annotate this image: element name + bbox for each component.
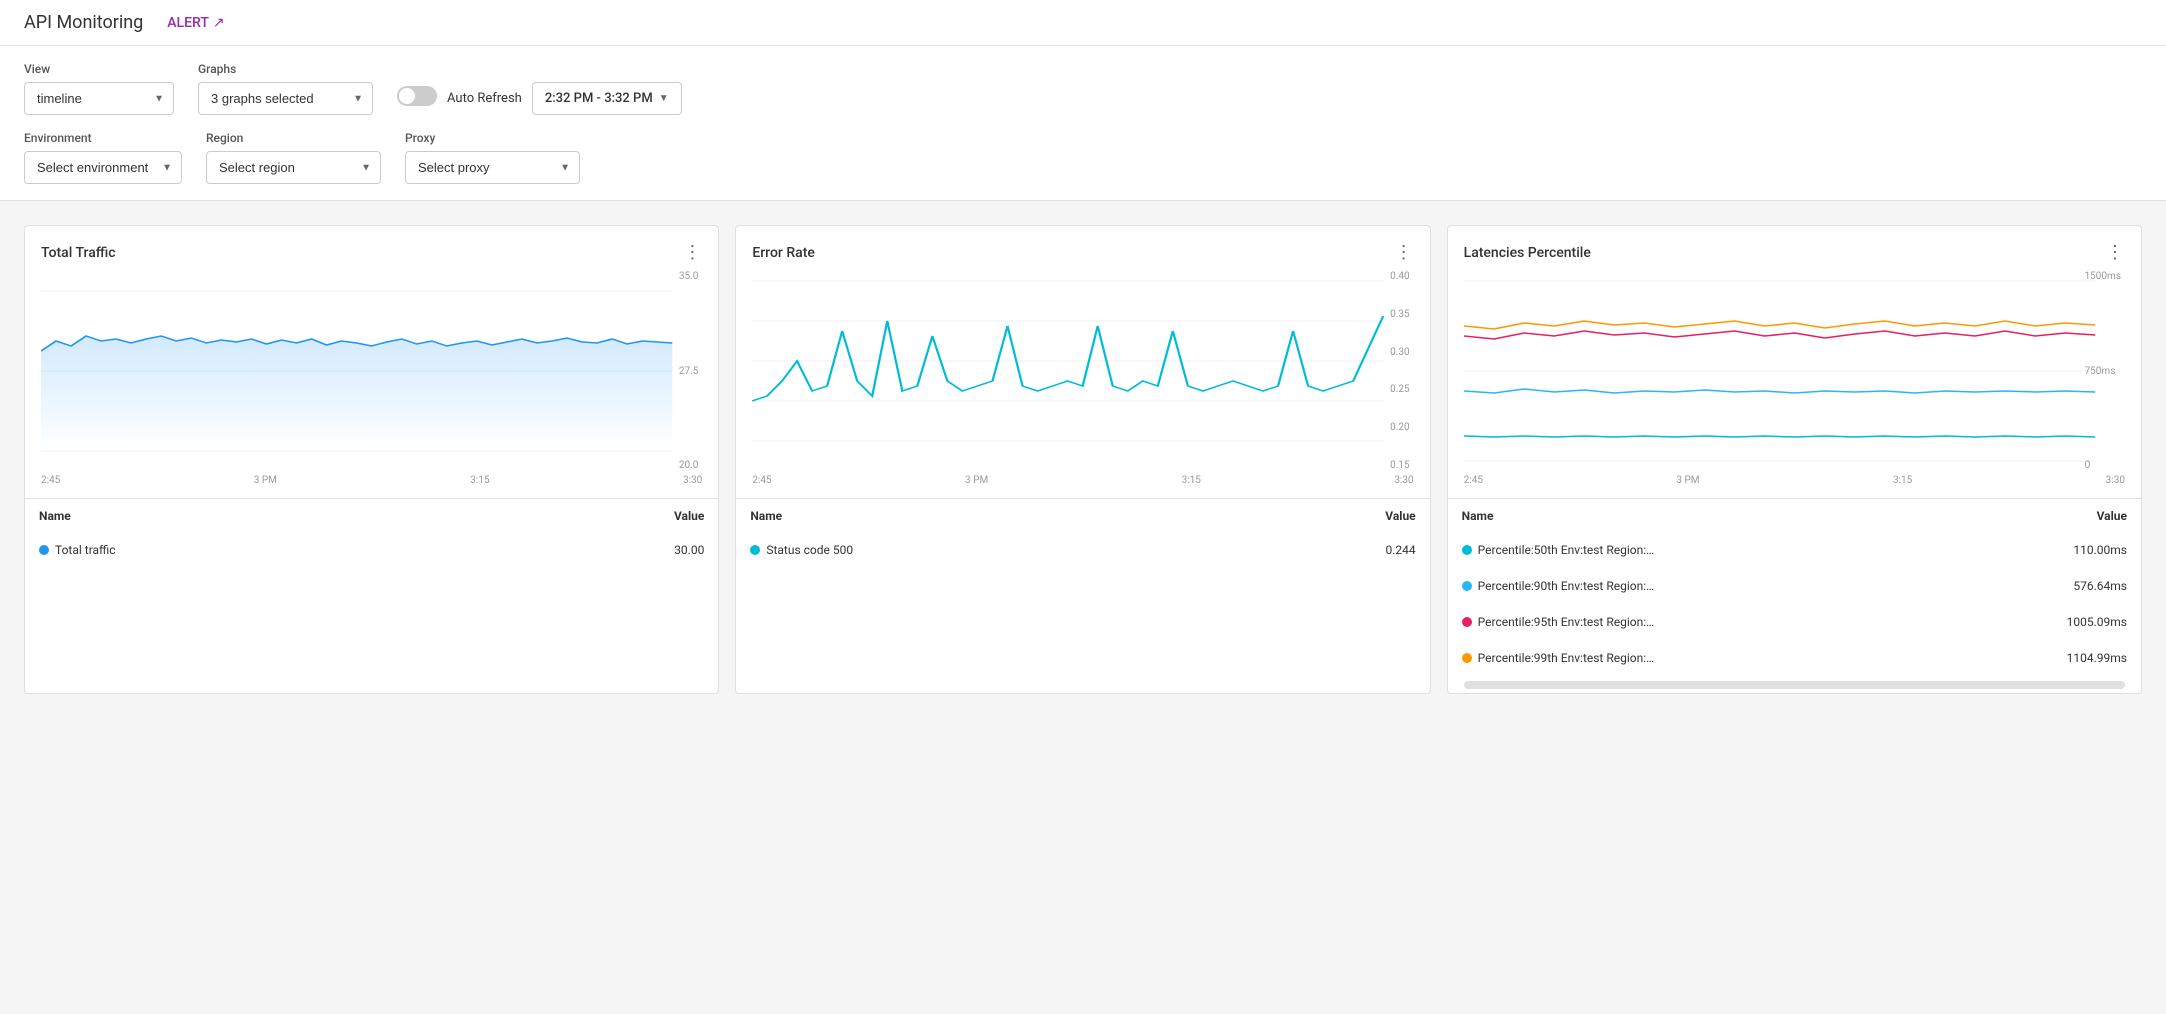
latencies-title: Latencies Percentile (1464, 245, 1591, 261)
error-rate-more-icon[interactable]: ⋮ (1395, 242, 1414, 263)
error-rate-y-labels: 0.40 0.35 0.30 0.25 0.20 0.15 (1390, 271, 1410, 471)
error-rate-title: Error Rate (752, 245, 815, 261)
table-row: Percentile:90th Env:test Region:us-centr… (1450, 569, 2139, 603)
legend-dot (1462, 617, 1472, 627)
time-range-picker[interactable]: 2:32 PM - 3:32 PM ▼ (532, 82, 682, 115)
error-rate-card: Error Rate ⋮ 0.40 0.35 0.30 (735, 225, 1430, 694)
col-name-header: Name (27, 501, 473, 531)
top-bar: API Monitoring ALERT ↗ (0, 0, 2166, 46)
table-row: Percentile:95th Env:test Region:us-centr… (1450, 605, 2139, 639)
total-traffic-chart: 35.0 27.5 20.0 (41, 271, 702, 471)
total-traffic-title: Total Traffic (41, 245, 116, 261)
charts-area: Total Traffic ⋮ (0, 201, 2166, 718)
proxy-control: Proxy Select proxy ▼ (405, 131, 580, 184)
error-rate-svg (752, 271, 1413, 471)
latencies-body: 1500ms 750ms 0 2:45 3 PM 3:15 3:30 (1448, 271, 2141, 494)
latencies-svg (1464, 271, 2125, 471)
proxy-select-wrapper: Select proxy ▼ (405, 151, 580, 184)
latencies-x-labels: 2:45 3 PM 3:15 3:30 (1464, 471, 2125, 494)
controls-section: View timeline ▼ Graphs 3 graphs selected… (0, 46, 2166, 201)
col-value-header: Value (1948, 501, 2139, 531)
time-range-chevron-icon: ▼ (659, 93, 669, 104)
error-rate-table: Name Value Status code 500 0.244 (736, 498, 1429, 569)
legend-dot (39, 545, 49, 555)
error-rate-x-labels: 2:45 3 PM 3:15 3:30 (752, 471, 1413, 494)
legend-dot (1462, 653, 1472, 663)
view-label: View (24, 62, 174, 76)
region-label: Region (206, 131, 381, 145)
view-control: View timeline ▼ (24, 62, 174, 115)
latencies-table: Name Value Percentile:50th Env:test Regi… (1448, 498, 2141, 677)
auto-refresh-label: Auto Refresh (447, 91, 522, 106)
col-value-header: Value (1221, 501, 1427, 531)
proxy-select[interactable]: Select proxy (405, 151, 580, 184)
environment-control: Environment Select environment ▼ (24, 131, 182, 184)
graphs-control: Graphs 3 graphs selected ▼ (198, 62, 373, 115)
legend-dot (1462, 581, 1472, 591)
total-traffic-body: 35.0 27.5 20.0 2:45 3 PM 3:15 3:30 (25, 271, 718, 494)
view-select-wrapper: timeline ▼ (24, 82, 174, 115)
external-link-icon: ↗ (213, 15, 225, 31)
latencies-header: Latencies Percentile ⋮ (1448, 226, 2141, 271)
app-title: API Monitoring (24, 12, 143, 33)
alert-link[interactable]: ALERT ↗ (167, 15, 224, 31)
environment-select-wrapper: Select environment ▼ (24, 151, 182, 184)
region-select[interactable]: Select region (206, 151, 381, 184)
error-rate-header: Error Rate ⋮ (736, 226, 1429, 271)
col-name-header: Name (738, 501, 1219, 531)
legend-dot (750, 545, 760, 555)
environment-label: Environment (24, 131, 182, 145)
region-select-wrapper: Select region ▼ (206, 151, 381, 184)
col-value-header: Value (475, 501, 716, 531)
latencies-scrollbar[interactable] (1464, 681, 2125, 689)
graphs-select[interactable]: 3 graphs selected (198, 82, 373, 115)
auto-refresh-group: Auto Refresh 2:32 PM - 3:32 PM ▼ (397, 82, 682, 115)
table-row: Percentile:50th Env:test Region:us-centr… (1450, 533, 2139, 567)
total-traffic-header: Total Traffic ⋮ (25, 226, 718, 271)
graphs-label: Graphs (198, 62, 373, 76)
latencies-card: Latencies Percentile ⋮ (1447, 225, 2142, 694)
view-select[interactable]: timeline (24, 82, 174, 115)
region-control: Region Select region ▼ (206, 131, 381, 184)
table-row: Percentile:99th Env:test Region:us-centr… (1450, 641, 2139, 675)
proxy-label: Proxy (405, 131, 580, 145)
total-traffic-y-labels: 35.0 27.5 20.0 (679, 271, 699, 471)
error-rate-body: 0.40 0.35 0.30 0.25 0.20 0.15 2:45 3 PM … (736, 271, 1429, 494)
time-range-value: 2:32 PM - 3:32 PM (545, 91, 653, 106)
latencies-more-icon[interactable]: ⋮ (2106, 242, 2125, 263)
error-rate-chart: 0.40 0.35 0.30 0.25 0.20 0.15 (752, 271, 1413, 471)
latencies-chart: 1500ms 750ms 0 (1464, 271, 2125, 471)
graphs-select-wrapper: 3 graphs selected ▼ (198, 82, 373, 115)
total-traffic-x-labels: 2:45 3 PM 3:15 3:30 (41, 471, 702, 494)
total-traffic-table: Name Value Total traffic 30.00 (25, 498, 718, 569)
latencies-y-labels: 1500ms 750ms 0 (2085, 271, 2121, 471)
auto-refresh-toggle[interactable] (397, 86, 437, 106)
environment-select[interactable]: Select environment (24, 151, 182, 184)
table-row: Total traffic 30.00 (27, 533, 716, 567)
col-name-header: Name (1450, 501, 1947, 531)
total-traffic-svg (41, 271, 702, 471)
table-row: Status code 500 0.244 (738, 533, 1427, 567)
legend-dot (1462, 545, 1472, 555)
total-traffic-card: Total Traffic ⋮ (24, 225, 719, 694)
total-traffic-more-icon[interactable]: ⋮ (683, 242, 702, 263)
